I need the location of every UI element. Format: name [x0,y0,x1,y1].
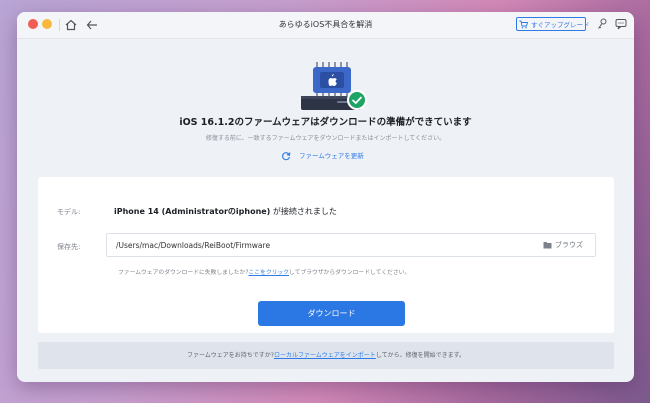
save-path-value: /Users/mac/Downloads/ReiBoot/Firmware [116,241,271,250]
model-label: モデル: [57,208,81,216]
download-button[interactable]: ダウンロード [258,301,405,326]
upgrade-button[interactable]: すぐアップグレード [516,17,590,31]
download-failure-hint: ファームウェアのダウンロードに失敗しましたか?ここをクリックしてブラウザからダウ… [118,267,410,276]
footer-text-after: してから、修復を開始できます。 [375,352,466,359]
key-icon[interactable] [597,18,608,30]
firmware-chip-illustration [301,62,367,110]
import-local-firmware-link[interactable]: ローカルファームウェアをインポート [274,352,376,359]
folder-icon [543,242,552,249]
device-info: iPhone 14 (Administratorのiphone) が接続されまし… [114,206,337,217]
browse-label: ブラウズ [555,241,583,249]
refresh-firmware-label: ファームウェアを更新 [299,152,364,160]
firmware-download-card: モデル: iPhone 14 (Administratorのiphone) が接… [38,177,614,333]
chat-icon[interactable] [615,18,627,30]
hint-text-before: ファームウェアのダウンロードに失敗しましたか? [118,270,249,276]
device-name: iPhone 14 (Administratorのiphone) [114,207,271,216]
save-location-label: 保存先: [57,243,81,251]
cart-icon [519,20,528,29]
app-window: あらゆるiOS不具合を解消 すぐアップグレード iOS 16.1.2のファームウ… [17,12,634,382]
refresh-firmware-link[interactable]: ファームウェアを更新 [281,150,364,162]
browser-download-link[interactable]: ここをクリック [248,270,289,276]
connection-status: が接続されました [270,207,337,216]
footer-text-before: ファームウェアをお持ちですか? [186,352,274,359]
title-bar: あらゆるiOS不具合を解消 すぐアップグレード [17,12,634,39]
refresh-icon [282,152,291,161]
hint-text-after: してブラウザからダウンロードしてください。 [289,270,411,276]
save-path-field[interactable]: /Users/mac/Downloads/ReiBoot/Firmware ブラ… [106,233,596,257]
import-firmware-footer: ファームウェアをお持ちですか?ローカルファームウェアをインポートしてから、修復を… [38,342,614,369]
firmware-instruction-text: 修復する前に、一致するファームウェアをダウンロードまたはインポートしてください。 [205,135,446,142]
browse-button[interactable]: ブラウズ [543,240,583,250]
firmware-ready-headline: iOS 16.1.2のファームウェアはダウンロードの準備ができています [179,117,472,128]
upgrade-label: すぐアップグレード [531,21,590,29]
